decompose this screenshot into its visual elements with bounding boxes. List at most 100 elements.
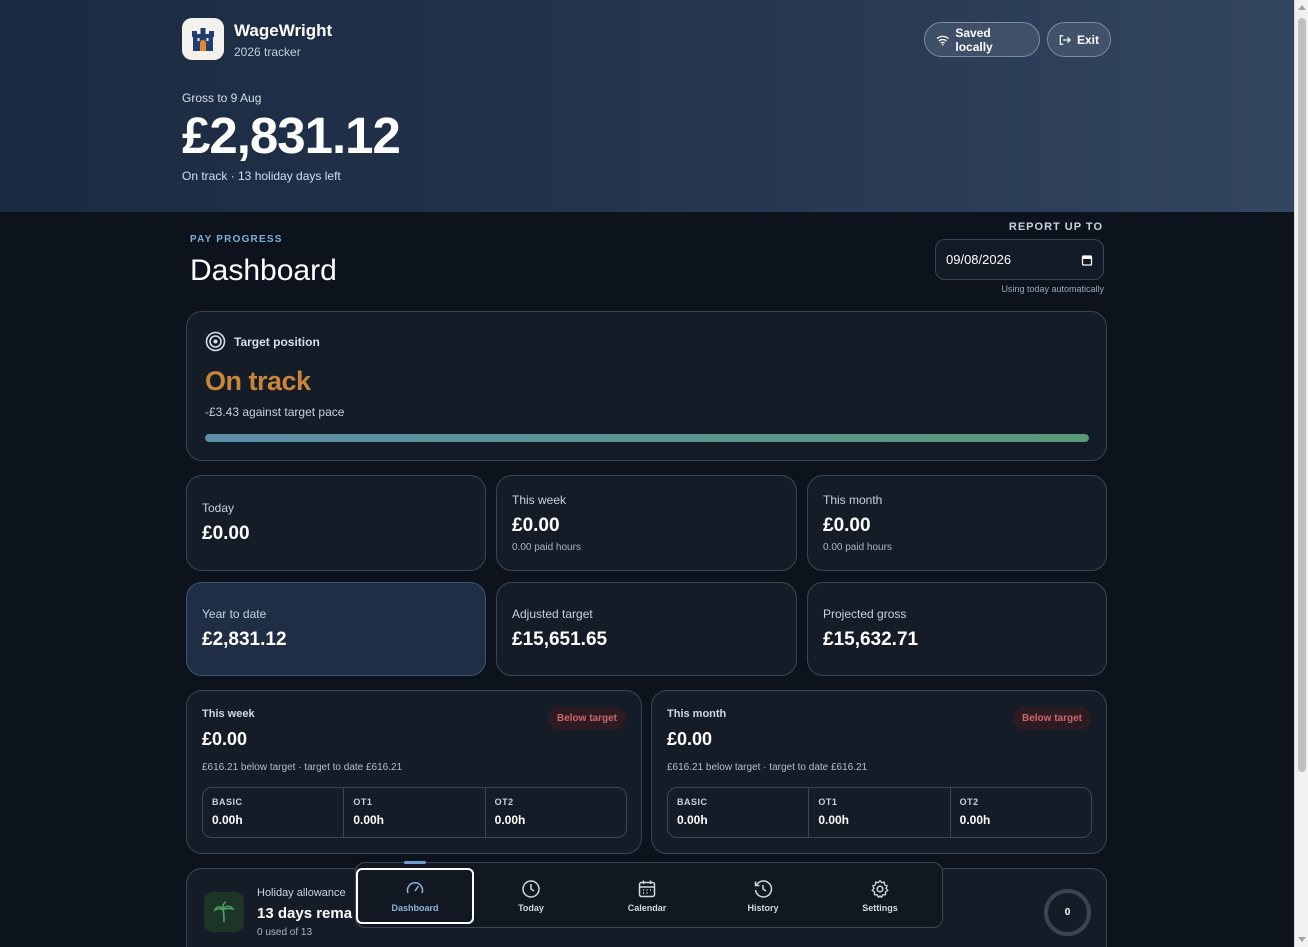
history-icon (754, 880, 773, 898)
holiday-value: 13 days rema (257, 905, 353, 922)
nav-today[interactable]: Today (472, 868, 590, 924)
calendar-icon (638, 880, 656, 898)
hours-cell-basic: BASIC 0.00h (203, 788, 345, 837)
hours-label: OT2 (959, 797, 979, 807)
target-delta: -£3.43 against target pace (205, 405, 345, 419)
stat-label: This month (823, 493, 883, 507)
nav-calendar[interactable]: Calendar (588, 868, 706, 924)
nav-settings[interactable]: Settings (821, 868, 939, 924)
nav-label: History (747, 903, 779, 913)
nav-label: Dashboard (391, 903, 439, 913)
app-name: WageWright (234, 21, 333, 40)
palm-tree-icon (204, 892, 244, 932)
stat-sub: 0.00 paid hours (823, 542, 892, 553)
saved-locally-label: Saved locally (955, 25, 993, 54)
page-scrollbar[interactable] (1294, 0, 1308, 947)
hours-value: 0.00h (353, 813, 385, 827)
exit-button[interactable]: Exit (1047, 22, 1111, 57)
wifi-icon (936, 35, 949, 46)
nav-dashboard[interactable]: Dashboard (356, 868, 474, 924)
target-status: On track (205, 366, 311, 396)
target-position-card: Target position On track -£3.43 against … (186, 311, 1107, 461)
gross-status: On track · 13 holiday days left (182, 169, 341, 183)
target-icon (205, 331, 226, 352)
hours-cell-ot1: OT1 0.00h (344, 788, 486, 837)
stat-value: £15,651.65 (512, 629, 608, 650)
hours-value: 0.00h (677, 813, 708, 827)
hours-value: 0.00h (212, 813, 243, 827)
nav-active-indicator (404, 861, 426, 864)
gauge-icon (406, 882, 424, 894)
hours-label: OT1 (353, 797, 373, 807)
stat-card-this-week: This week £0.00 0.00 paid hours (496, 475, 797, 571)
stat-card-adjusted-target: Adjusted target £15,651.65 (496, 582, 797, 676)
stat-value: £0.00 (202, 523, 250, 544)
hours-label: OT2 (494, 797, 514, 807)
scrollbar-thumb[interactable] (1298, 18, 1306, 772)
hours-value: 0.00h (494, 813, 526, 827)
scroll-up-arrow[interactable] (1298, 5, 1306, 10)
gear-icon (871, 879, 889, 898)
hours-label: BASIC (212, 797, 243, 807)
report-date-input[interactable]: 09/08/2026 (935, 239, 1104, 280)
hours-cell-ot2: OT2 0.00h (486, 788, 626, 837)
gross-label: Gross to 9 Aug (182, 91, 262, 105)
panel-value: £0.00 (667, 729, 713, 749)
hours-value: 0.00h (959, 813, 991, 827)
exit-label: Exit (1076, 32, 1099, 47)
nav-label: Calendar (627, 903, 667, 913)
stat-label: Projected gross (823, 607, 907, 621)
scroll-down-arrow[interactable] (1298, 937, 1306, 942)
hours-value: 0.00h (818, 813, 850, 827)
stat-label: This week (512, 493, 567, 507)
page-title: Dashboard (190, 254, 337, 287)
month-target-panel: This month £0.00 Below target £616.21 be… (651, 690, 1107, 854)
holiday-sub: 0 used of 13 (257, 927, 313, 938)
report-up-to-label: REPORT UP TO (1008, 221, 1103, 233)
hours-label: BASIC (677, 797, 708, 807)
clock-icon (522, 880, 540, 898)
stat-value: £0.00 (823, 515, 871, 536)
target-progress-bar (205, 434, 1089, 442)
stat-value: £0.00 (512, 515, 560, 536)
target-heading-label: Target position (234, 334, 320, 349)
target-heading: Target position (205, 331, 320, 352)
nav-history[interactable]: History (704, 868, 822, 924)
stat-value: £15,632.71 (823, 629, 919, 650)
panel-note: £616.21 below target · target to date £6… (667, 762, 868, 773)
saved-locally-button[interactable]: Saved locally (924, 22, 1040, 57)
below-target-badge: Below target (547, 707, 626, 730)
stat-label: Year to date (202, 607, 267, 621)
hours-label: OT1 (818, 797, 838, 807)
hours-breakdown: BASIC 0.00h OT1 0.00h OT2 0.00h (667, 787, 1092, 838)
stat-label: Today (202, 501, 235, 515)
panel-label: This week (202, 708, 255, 720)
gross-value: £2,831.12 (182, 107, 401, 164)
hours-cell-basic: BASIC 0.00h (668, 788, 810, 837)
stat-sub: 0.00 paid hours (512, 542, 581, 553)
stat-card-today: Today £0.00 (186, 475, 486, 571)
bottom-navigation: Dashboard Today Calendar History Setting… (355, 861, 943, 928)
nav-label: Settings (862, 903, 898, 913)
calendar-picker-icon[interactable] (1081, 254, 1093, 266)
logout-icon (1059, 34, 1071, 45)
below-target-badge: Below target (1012, 707, 1091, 730)
week-target-panel: This week £0.00 Below target £616.21 bel… (186, 690, 642, 854)
app-subtitle: 2026 tracker (234, 45, 301, 59)
castle-icon (192, 28, 214, 51)
hours-breakdown: BASIC 0.00h OT1 0.00h OT2 0.00h (202, 787, 627, 838)
target-progress-fill (205, 434, 1089, 442)
panel-note: £616.21 below target · target to date £6… (202, 762, 403, 773)
stat-card-projected-gross: Projected gross £15,632.71 (807, 582, 1107, 676)
panel-label: This month (667, 708, 727, 720)
stat-card-this-month: This month £0.00 0.00 paid hours (807, 475, 1107, 571)
hours-cell-ot2: OT2 0.00h (951, 788, 1091, 837)
report-date-hint: Using today automatically (1001, 284, 1104, 294)
hours-cell-ot1: OT1 0.00h (809, 788, 951, 837)
panel-value: £0.00 (202, 729, 248, 749)
report-date-value: 09/08/2026 (946, 252, 1012, 267)
app-logo (182, 18, 224, 60)
stat-value: £2,831.12 (202, 629, 287, 650)
holiday-label: Holiday allowance (257, 887, 346, 899)
section-eyebrow: PAY PROGRESS (190, 234, 283, 245)
